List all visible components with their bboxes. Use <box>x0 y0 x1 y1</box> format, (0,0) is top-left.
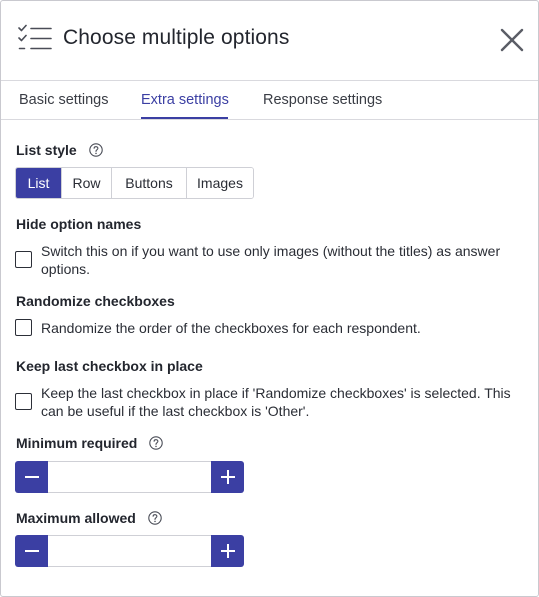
list-style-option-images[interactable]: Images <box>187 168 253 198</box>
randomize-checkboxes-label: Randomize checkboxes <box>16 293 175 309</box>
hide-option-names-description: Switch this on if you want to use only i… <box>41 243 501 277</box>
list-style-option-list[interactable]: List <box>16 168 62 198</box>
close-icon[interactable] <box>499 27 525 53</box>
list-style-heading: List style <box>16 142 103 158</box>
minimum-increment-button[interactable] <box>211 461 244 493</box>
active-tab-indicator <box>141 117 228 119</box>
randomize-checkboxes-checkbox[interactable] <box>15 319 32 336</box>
maximum-increment-button[interactable] <box>211 535 244 567</box>
tab-response-settings[interactable]: Response settings <box>263 92 382 108</box>
hide-option-names-row: Switch this on if you want to use only i… <box>15 242 525 278</box>
randomize-checkboxes-description: Randomize the order of the checkboxes fo… <box>41 320 421 336</box>
list-style-label: List style <box>16 142 77 158</box>
keep-last-checkbox-label: Keep last checkbox in place <box>16 358 203 374</box>
tab-extra-settings[interactable]: Extra settings <box>141 92 229 108</box>
help-icon[interactable] <box>147 511 162 525</box>
dialog-panel: Choose multiple options Basic settings E… <box>0 0 539 597</box>
minimum-decrement-button[interactable] <box>15 461 48 493</box>
keep-last-checkbox-checkbox[interactable] <box>15 393 32 410</box>
list-style-option-buttons[interactable]: Buttons <box>112 168 187 198</box>
maximum-allowed-input[interactable] <box>48 535 211 567</box>
help-icon[interactable] <box>149 436 163 450</box>
tab-bar: Basic settings Extra settings Response s… <box>1 81 538 120</box>
help-icon[interactable] <box>88 143 103 157</box>
checklist-icon <box>18 24 52 50</box>
dialog-title: Choose multiple options <box>63 26 290 49</box>
plus-icon <box>220 544 235 558</box>
randomize-checkboxes-row: Randomize the order of the checkboxes fo… <box>15 319 525 339</box>
minimum-required-stepper <box>15 461 244 493</box>
minus-icon <box>24 550 39 552</box>
maximum-allowed-stepper <box>15 535 244 567</box>
keep-last-checkbox-description: Keep the last checkbox in place if 'Rand… <box>41 385 511 419</box>
dialog-header: Choose multiple options <box>1 1 538 81</box>
list-style-segmented-control: List Row Buttons Images <box>15 167 254 199</box>
list-style-option-row[interactable]: Row <box>62 168 112 198</box>
hide-option-names-checkbox[interactable] <box>15 251 32 268</box>
tab-basic-settings[interactable]: Basic settings <box>19 92 108 108</box>
maximum-decrement-button[interactable] <box>15 535 48 567</box>
maximum-allowed-label: Maximum allowed <box>16 510 136 526</box>
minimum-required-input[interactable] <box>48 461 211 493</box>
minus-icon <box>24 476 39 478</box>
hide-option-names-label: Hide option names <box>16 216 142 232</box>
keep-last-checkbox-row: Keep the last checkbox in place if 'Rand… <box>15 384 525 420</box>
minimum-required-label: Minimum required <box>16 435 138 451</box>
maximum-allowed-heading: Maximum allowed <box>16 510 162 526</box>
minimum-required-heading: Minimum required <box>16 435 163 451</box>
plus-icon <box>220 470 235 484</box>
